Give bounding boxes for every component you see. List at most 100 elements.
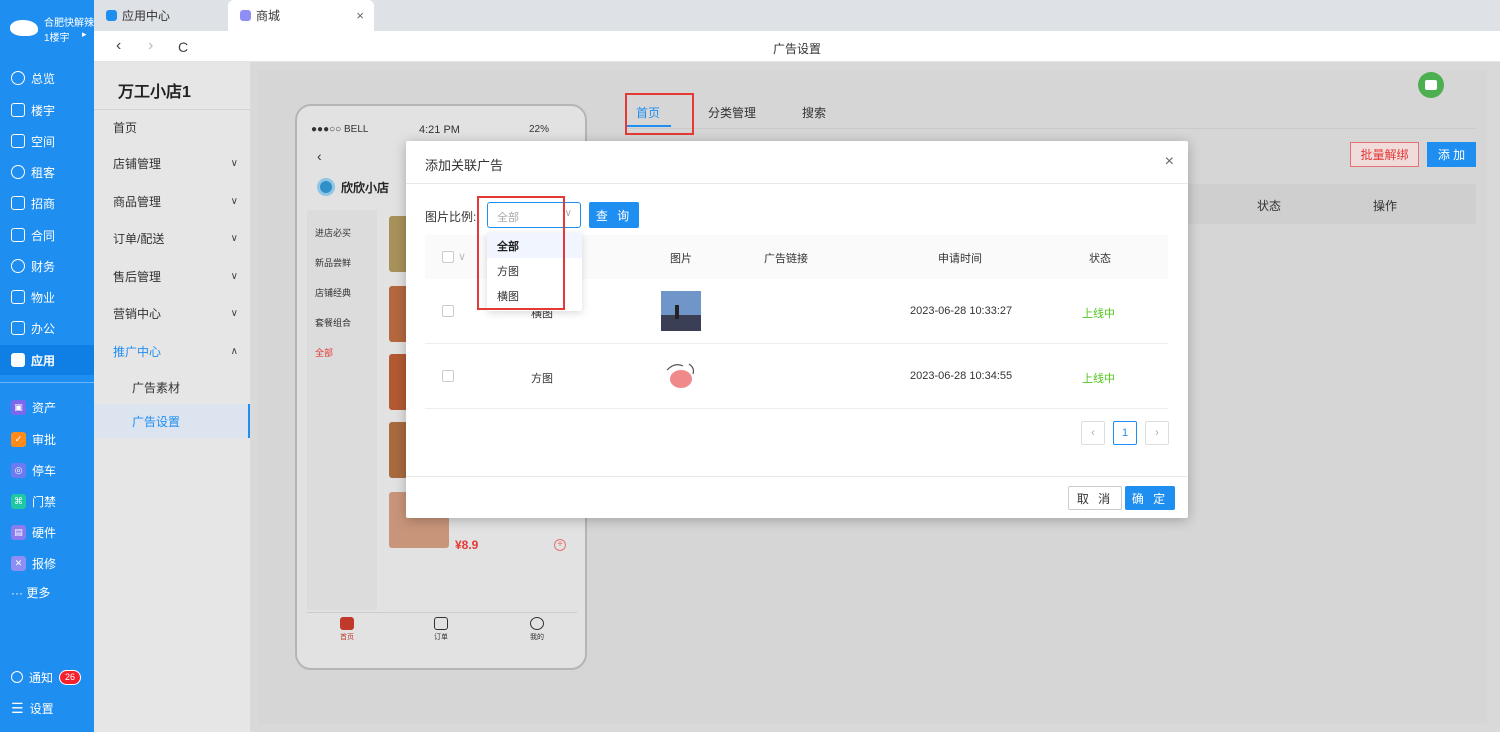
- nav-contract[interactable]: 合同: [0, 222, 94, 248]
- nav-investment[interactable]: 招商: [0, 190, 94, 216]
- tabs-divider: [626, 128, 1476, 129]
- app-hardware[interactable]: ▤ 硬件: [0, 519, 94, 545]
- nav-label: 租客: [31, 165, 56, 180]
- space-icon: [11, 134, 25, 148]
- store-icon[interactable]: [1418, 72, 1444, 98]
- forward-icon[interactable]: ›: [148, 37, 153, 55]
- parking-icon: ◎: [11, 462, 26, 478]
- brand-name: 合肥快解辣: [44, 18, 94, 29]
- phone-category: 套餐组合: [315, 318, 352, 328]
- access-icon: ⌘: [11, 493, 26, 509]
- submenu-goods-manage[interactable]: 商品管理 ∨: [94, 188, 250, 214]
- chevron-down-icon: ∨: [230, 195, 238, 207]
- highlight-box: [625, 93, 694, 135]
- submenu-marketing[interactable]: 营销中心 ∨: [94, 300, 250, 326]
- nav-label: 停车: [32, 463, 57, 478]
- menu-icon: ☰: [11, 699, 24, 716]
- phone-nav-mine: 我的: [517, 617, 557, 642]
- nav-building[interactable]: 楼宇: [0, 97, 94, 123]
- submenu-after-sales[interactable]: 售后管理 ∨: [94, 263, 250, 289]
- chevron-down-icon: ∨: [230, 157, 238, 169]
- nav-label: 合同: [31, 228, 56, 243]
- submenu-label: 售后管理: [113, 269, 162, 284]
- phone-time: 4:21 PM: [419, 124, 460, 136]
- submenu-shop-manage[interactable]: 店铺管理 ∨: [94, 150, 250, 176]
- store-name: 万工小店1: [118, 84, 191, 101]
- nav-label: 办公: [31, 321, 56, 336]
- nav-label: 物业: [31, 290, 56, 305]
- next-page-button[interactable]: ›: [1145, 421, 1169, 445]
- app-repair[interactable]: ✕ 报修: [0, 550, 94, 576]
- query-button[interactable]: 查 询: [589, 202, 639, 228]
- tab-search[interactable]: 搜索: [802, 104, 826, 121]
- phone-bottom-nav: 首页 订单 我的: [307, 612, 577, 656]
- submenu-label: 广告设置: [132, 414, 181, 429]
- nav-office[interactable]: 办公: [0, 315, 94, 341]
- phone-category: 进店必买: [315, 228, 352, 238]
- nav-space[interactable]: 空间: [0, 128, 94, 154]
- nav-tenant[interactable]: 租客: [0, 159, 94, 185]
- nav-label: 招商: [31, 196, 56, 211]
- reload-icon[interactable]: C: [178, 39, 188, 55]
- app-asset[interactable]: ▣ 资产: [0, 394, 94, 420]
- tab-mall[interactable]: 商城 ×: [228, 0, 374, 31]
- home-icon: [11, 290, 25, 304]
- app-parking[interactable]: ◎ 停车: [0, 457, 94, 483]
- submenu-label: 订单/配送: [113, 231, 165, 246]
- prev-page-button[interactable]: ‹: [1081, 421, 1105, 445]
- nav-label: 总览: [31, 71, 56, 86]
- submenu-label: 店铺管理: [113, 156, 162, 171]
- add-button[interactable]: 添 加: [1427, 142, 1476, 167]
- submenu-label: 推广中心: [113, 344, 162, 359]
- tab-label: 应用中心: [122, 9, 171, 23]
- back-icon[interactable]: ‹: [116, 37, 121, 55]
- store-logo-icon: [317, 178, 335, 196]
- building-icon: [11, 103, 25, 117]
- carrier: ●●●○○ BELL: [311, 124, 369, 135]
- phone-category: 店铺经典: [315, 288, 352, 298]
- app-access[interactable]: ⌘ 门禁: [0, 488, 94, 514]
- chevron-up-icon: ∧: [230, 345, 238, 357]
- page-1-button[interactable]: 1: [1113, 421, 1137, 445]
- nav-finance[interactable]: 财务: [0, 253, 94, 279]
- brand-switcher[interactable]: 合肥快解辣 1楼宇 ▸: [10, 12, 94, 46]
- nav-settings[interactable]: ☰ 设置: [0, 695, 94, 721]
- status-cell: 上线中: [1082, 308, 1115, 320]
- close-tab-icon[interactable]: ×: [356, 8, 364, 23]
- cancel-button[interactable]: 取 消: [1068, 486, 1122, 510]
- approval-icon: ✓: [11, 431, 26, 447]
- submenu-ad-settings[interactable]: 广告设置: [94, 404, 250, 438]
- submenu-label: 广告素材: [132, 380, 181, 395]
- monitor-icon: [11, 321, 25, 335]
- dashboard-icon: [11, 71, 25, 85]
- nav-label: 通知: [29, 670, 54, 685]
- confirm-button[interactable]: 确 定: [1125, 486, 1175, 510]
- submenu-ad-material[interactable]: 广告素材: [94, 370, 250, 404]
- store-submenu: 万工小店1 首页 店铺管理 ∨ 商品管理 ∨ 订单/配送 ∨ 售后管理 ∨ 营销中心 ∨ …: [94, 62, 250, 732]
- nav-overview[interactable]: 总览: [0, 65, 94, 91]
- building-name: 1楼宇: [44, 33, 70, 44]
- chevron-down-icon: ∨: [564, 208, 572, 219]
- nav-notifications[interactable]: 通知 26: [0, 664, 94, 690]
- close-icon[interactable]: ×: [1165, 153, 1174, 171]
- submenu-promotion[interactable]: 推广中心 ∧: [94, 338, 250, 364]
- row-checkbox[interactable]: [442, 305, 454, 317]
- nav-property[interactable]: 物业: [0, 284, 94, 310]
- app-approval[interactable]: ✓ 审批: [0, 426, 94, 452]
- tab-app-center[interactable]: 应用中心: [94, 0, 228, 31]
- select-all-checkbox[interactable]: [442, 251, 454, 263]
- submenu-home[interactable]: 首页: [94, 114, 250, 140]
- nav-label: 设置: [29, 701, 54, 716]
- column-header: 操作: [1373, 199, 1398, 213]
- order-icon: [434, 617, 448, 630]
- tab-category-manage[interactable]: 分类管理: [708, 104, 756, 121]
- bell-icon: [11, 671, 23, 683]
- modal-divider: [406, 183, 1188, 184]
- row-checkbox[interactable]: [442, 370, 454, 382]
- phone-nav-orders: 订单: [421, 617, 461, 642]
- navigation-bar: 广告设置 ‹ › C: [94, 31, 1500, 62]
- nav-apps[interactable]: 应用: [0, 345, 94, 375]
- nav-more[interactable]: ··· 更多: [0, 579, 94, 605]
- submenu-orders[interactable]: 订单/配送 ∨: [94, 225, 250, 251]
- batch-unbind-button[interactable]: 批量解绑: [1350, 142, 1419, 167]
